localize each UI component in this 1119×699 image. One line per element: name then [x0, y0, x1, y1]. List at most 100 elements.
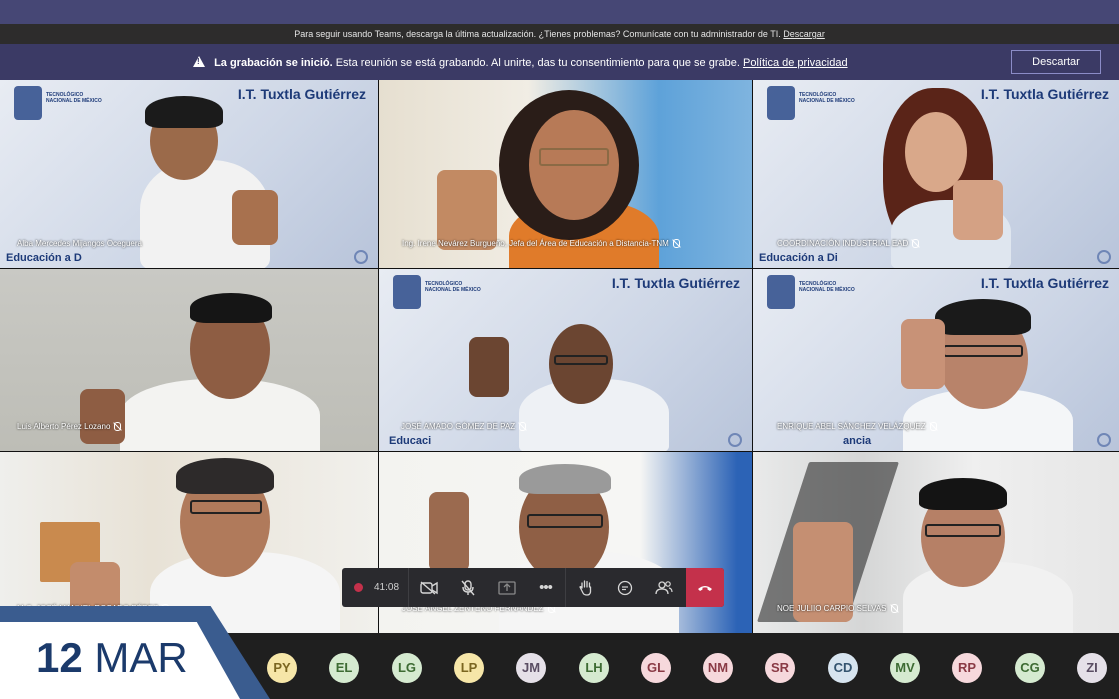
mic-off-button[interactable] — [448, 568, 487, 607]
tecnm-label: TECNOLÓGICO NACIONAL DE MÉXICO — [799, 281, 855, 293]
video-tile[interactable]: JOSÉ ÁNGEL ZENTENO FERNÁNDEZ — [379, 452, 752, 635]
seal-icon — [728, 433, 742, 447]
camera-off-button[interactable] — [409, 568, 448, 607]
update-text: Para seguir usando Teams, descarga la úl… — [294, 29, 781, 39]
privacy-policy-link[interactable]: Política de privacidad — [743, 57, 848, 69]
tecnm-label: TECNOLÓGICO NACIONAL DE MÉXICO — [46, 92, 102, 104]
glasses — [539, 148, 609, 166]
institution-label: I.T. Tuxtla Gutiérrez — [611, 275, 740, 291]
participants-icon — [654, 581, 673, 595]
date-banner: 12 MAR — [0, 606, 290, 699]
hang-up-icon — [698, 585, 712, 591]
video-grid: TECNOLÓGICO NACIONAL DE MÉXICO I.T. Tuxt… — [0, 80, 1119, 635]
date-label: 12 MAR — [36, 637, 188, 679]
download-link[interactable]: Descargar — [783, 29, 825, 39]
participant-avatar[interactable]: NM — [703, 653, 733, 683]
mic-off-icon — [519, 422, 527, 431]
glasses — [943, 345, 1023, 357]
mic-off-icon — [929, 422, 937, 431]
seal-icon — [1097, 433, 1111, 447]
video-tile[interactable]: TECNOLÓGICO NACIONAL DE MÉXICO I.T. Tuxt… — [0, 80, 378, 268]
call-controls: 41:08 ••• — [342, 568, 724, 607]
participant-avatar[interactable]: CD — [828, 653, 858, 683]
glasses — [527, 514, 603, 528]
video-tile[interactable]: Luis Alberto Pérez Lozano — [0, 269, 378, 451]
institution-label: I.T. Tuxtla Gutiérrez — [980, 86, 1109, 102]
participant-avatar[interactable]: SR — [765, 653, 795, 683]
thumbs-up-hand — [80, 389, 125, 444]
video-tile[interactable]: TECNOLÓGICO NACIONAL DE MÉXICO I.T. Tuxt… — [753, 80, 1119, 268]
participant-avatar[interactable]: JM — [516, 653, 546, 683]
title-bar — [0, 0, 1119, 24]
thumbs-up-hand — [953, 180, 1003, 240]
video-tile[interactable]: TECNOLÓGICO NACIONAL DE MÉXICO I.T. Tuxt… — [753, 269, 1119, 451]
participant-name: Alba Mercedes Mijangos Oceguera — [17, 239, 142, 248]
call-timer: 41:08 — [374, 582, 400, 593]
chat-button[interactable] — [605, 568, 644, 607]
warning-icon — [193, 56, 205, 67]
participant-avatar[interactable]: EL — [329, 653, 359, 683]
tecnm-label: TECNOLÓGICO NACIONAL DE MÉXICO — [425, 281, 481, 293]
tecnm-logo — [393, 275, 421, 309]
tecnm-label: TECNOLÓGICO NACIONAL DE MÉXICO — [799, 92, 855, 104]
institution-label: I.T. Tuxtla Gutiérrez — [237, 86, 366, 102]
participant-avatar[interactable]: LH — [579, 653, 609, 683]
participant-avatar[interactable]: CG — [1015, 653, 1045, 683]
date-month: MAR — [94, 634, 188, 681]
participant-avatar[interactable]: LG — [392, 653, 422, 683]
tecnm-logo — [14, 86, 42, 120]
video-tile[interactable]: NOE JULIIO CARPIO SELVAS — [753, 452, 1119, 635]
raise-hand-button[interactable] — [566, 568, 605, 607]
education-label: Educación a D — [6, 252, 82, 264]
tecnm-logo — [767, 86, 795, 120]
participant-name: COORDINACIÓN INDUSTRIAL EAD — [777, 239, 920, 248]
tecnm-logo — [767, 275, 795, 309]
record-icon — [354, 583, 363, 592]
participant-avatar[interactable]: RP — [952, 653, 982, 683]
mic-off-icon — [460, 579, 475, 595]
recording-started-label: La grabación se inició. — [214, 57, 333, 69]
mic-off-icon — [114, 422, 122, 431]
participant-avatar[interactable]: ZI — [1077, 653, 1107, 683]
update-notification-bar: Para seguir usando Teams, descarga la úl… — [0, 24, 1119, 44]
participant-name: JOSÉ AMADO GÓMEZ DE PAZ — [401, 422, 527, 431]
raise-hand-icon — [578, 580, 591, 596]
participant-avatar[interactable]: GL — [641, 653, 671, 683]
participant-name: NOE JULIIO CARPIO SELVAS — [777, 604, 898, 613]
thumbs-up-hand — [232, 190, 278, 245]
seal-icon — [1097, 250, 1111, 264]
thumbs-up-hand — [429, 492, 469, 572]
participants-button[interactable] — [644, 568, 683, 607]
more-icon: ••• — [539, 579, 553, 596]
participant-hair — [919, 478, 1007, 510]
mic-off-icon — [890, 604, 898, 613]
thumbs-up-hand — [901, 319, 945, 389]
recording-banner: La grabación se inició. Esta reunión se … — [0, 44, 1119, 80]
participant-hair — [519, 464, 611, 494]
participant-hair — [935, 299, 1031, 335]
teams-meeting-window: Para seguir usando Teams, descarga la úl… — [0, 0, 1119, 699]
recording-consent-text: Esta reunión se está grabando. Al unirte… — [335, 57, 740, 69]
glasses — [925, 524, 1001, 537]
education-label: Educación a Di — [759, 252, 838, 264]
glasses — [554, 355, 608, 365]
victory-hand — [469, 337, 509, 397]
participant-avatar[interactable]: LP — [454, 653, 484, 683]
share-button[interactable] — [487, 568, 526, 607]
participant-hair — [176, 458, 274, 494]
dismiss-button[interactable]: Descartar — [1011, 50, 1101, 74]
education-label: Educaci — [389, 435, 432, 447]
video-tile[interactable]: TECNOLÓGICO NACIONAL DE MÉXICO I.T. Tuxt… — [379, 269, 752, 451]
more-button[interactable]: ••• — [526, 568, 565, 607]
share-icon — [497, 580, 516, 595]
participant-name: Luis Alberto Pérez Lozano — [17, 422, 122, 431]
recording-message: La grabación se inició. Esta reunión se … — [193, 55, 848, 69]
education-label: ancia — [843, 435, 872, 447]
mic-off-icon — [912, 239, 920, 248]
mic-off-icon — [672, 239, 680, 248]
participant-name: ENRIQUE ABEL SÁNCHEZ VELÁZQUEZ — [777, 422, 937, 431]
participant-name: Ing. Irene Nevárez Burgueño, Jefa del Ár… — [402, 239, 680, 248]
video-tile[interactable]: Ing. Irene Nevárez Burgueño, Jefa del Ár… — [379, 80, 752, 268]
hang-up-button[interactable] — [686, 568, 724, 607]
participant-avatar[interactable]: MV — [890, 653, 920, 683]
